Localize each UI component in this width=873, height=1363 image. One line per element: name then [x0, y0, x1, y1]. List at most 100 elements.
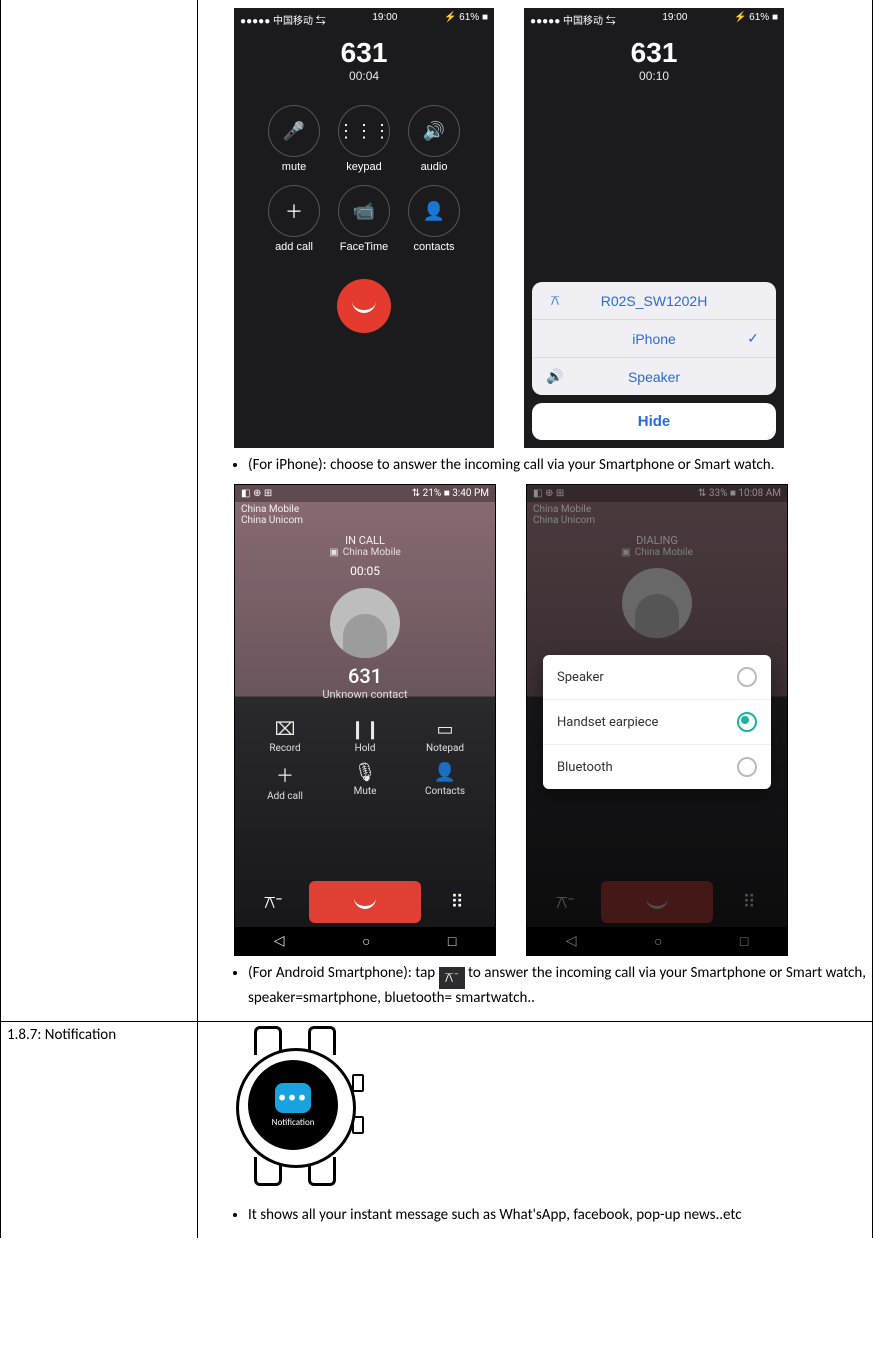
contacts-icon: 👤 [408, 185, 460, 237]
notification-content: ••• Notification It shows all your insta… [198, 1022, 873, 1239]
keypad-button[interactable]: ⋮⋮⋮ keypad [329, 105, 399, 173]
audio-route-button[interactable]: ⚻⁻ [245, 892, 301, 913]
contacts-label: contacts [399, 241, 469, 253]
status-left: ●●●●● 中国移动 ⇆ [240, 12, 326, 27]
end-call-button[interactable] [601, 881, 713, 923]
audio-route-popup: Speaker Handset earpiece Bluetooth [543, 655, 771, 789]
status-right: ⚡ 61% ■ [444, 12, 488, 27]
call-routing-content: ●●●●● 中国移动 ⇆ 19:00 ⚡ 61% ■ 631 00:04 🎤 m… [198, 0, 873, 1022]
hide-sheet-button[interactable]: Hide [532, 403, 776, 440]
status-bar: ●●●●● 中国移动 ⇆ 19:00 ⚡ 61% ■ [524, 8, 784, 27]
notification-description-text: It shows all your instant message such a… [248, 1206, 866, 1224]
section-heading-empty [1, 0, 198, 1022]
nav-home-icon[interactable]: ○ [654, 933, 662, 950]
iphone-screenshot-row: ●●●●● 中国移动 ⇆ 19:00 ⚡ 61% ■ 631 00:04 🎤 m… [234, 8, 866, 448]
keypad-icon: ⋮⋮⋮ [338, 105, 390, 157]
call-number: 631 [234, 37, 494, 69]
radio-selected-icon [737, 712, 757, 732]
contacts-label: Contacts [425, 786, 465, 797]
status-time: 19:00 [372, 12, 397, 27]
status-right: ⇅ 33% ■ 10:08 AM [698, 488, 781, 499]
call-number: 631 [524, 37, 784, 69]
facetime-button[interactable]: 📹 FaceTime [329, 185, 399, 253]
status-right: ⇅ 21% ■ 3:40 PM [412, 488, 489, 499]
notepad-icon: ▭ [405, 719, 485, 740]
audio-route-speaker[interactable]: 🔊 Speaker [532, 358, 776, 395]
call-number: 631 [235, 664, 495, 688]
audio-route-label: Speaker [557, 670, 604, 685]
add-call-button[interactable]: ＋ add call [259, 185, 329, 253]
iphone-instruction-text: (For iPhone): choose to answer the incom… [248, 456, 866, 474]
android-screenshot-in-call: ◧ ⊕ ⊞ ⇅ 21% ■ 3:40 PM China Mobile China… [234, 484, 496, 956]
hold-button[interactable]: ❙❙ Hold [325, 719, 405, 754]
audio-route-iphone[interactable]: iPhone ✓ [532, 320, 776, 358]
add-call-icon: ＋ [245, 762, 325, 788]
mute-label: mute [259, 161, 329, 173]
mute-icon: 🎙 [325, 762, 405, 783]
audio-route-sheet: ⚻ R02S_SW1202H iPhone ✓ 🔊 Speaker [532, 282, 776, 440]
audio-route-label: Bluetooth [557, 760, 613, 775]
notepad-button[interactable]: ▭ Notepad [405, 719, 485, 754]
end-call-button[interactable] [337, 279, 391, 333]
android-screenshot-audio-popup: ◧ ⊕ ⊞ ⇅ 33% ■ 10:08 AM China Mobile Chin… [526, 484, 788, 956]
dialpad-button[interactable]: ⠿ [429, 892, 485, 913]
hold-label: Hold [355, 743, 376, 754]
checkmark-icon: ✓ [744, 330, 762, 347]
dialpad-button[interactable]: ⠿ [721, 892, 777, 913]
call-number-block: 631 00:04 [234, 37, 494, 83]
carrier-label: China Mobile China Unicom [527, 502, 787, 528]
end-call-button[interactable] [309, 881, 421, 923]
audio-route-speaker[interactable]: Speaker [543, 655, 771, 700]
keypad-label: keypad [329, 161, 399, 173]
audio-button[interactable]: 🔊 audio [399, 105, 469, 173]
watch-screen: ••• Notification [248, 1060, 338, 1150]
audio-route-label: Speaker [564, 369, 744, 385]
record-icon: ⌧ [245, 719, 325, 740]
status-bar: ◧ ⊕ ⊞ ⇅ 33% ■ 10:08 AM [527, 485, 787, 502]
notification-bubble-icon: ••• [275, 1083, 311, 1113]
nav-home-icon[interactable]: ○ [362, 933, 370, 950]
nav-recent-icon[interactable]: □ [448, 933, 456, 950]
audio-icon: 🔊 [408, 105, 460, 157]
status-icons-left: ◧ ⊕ ⊞ [533, 488, 564, 499]
add-call-label: Add call [267, 791, 303, 802]
notepad-label: Notepad [426, 743, 464, 754]
bluetooth-icon: ⚻ [546, 292, 564, 309]
audio-route-earpiece[interactable]: Handset earpiece [543, 700, 771, 745]
nav-recent-icon[interactable]: □ [740, 933, 748, 950]
audio-route-bluetooth[interactable]: ⚻ R02S_SW1202H [532, 282, 776, 320]
android-instruction-pre: (For Android Smartphone): tap [248, 964, 439, 982]
status-icons-left: ◧ ⊕ ⊞ [241, 488, 272, 499]
mute-button[interactable]: 🎙 Mute [325, 762, 405, 802]
call-state: DIALING [527, 534, 787, 547]
iphone-screenshot-audio-sheet: ●●●●● 中国移动 ⇆ 19:00 ⚡ 61% ■ 631 00:10 ⚻ R… [524, 8, 784, 448]
call-state-block: DIALING ▣China Mobile [527, 534, 787, 558]
mute-icon: 🎤 [268, 105, 320, 157]
audio-route-label: iPhone [564, 331, 744, 347]
audio-route-button[interactable]: ⚻⁻ [537, 892, 593, 913]
section-heading-notification: 1.8.7: Notification [1, 1022, 198, 1239]
facetime-icon: 📹 [338, 185, 390, 237]
contacts-button[interactable]: 👤 contacts [399, 185, 469, 253]
contact-avatar [622, 568, 692, 638]
audio-route-bluetooth[interactable]: Bluetooth [543, 745, 771, 789]
bluetooth-inline-icon: ⚻⁻ [439, 967, 465, 989]
speaker-icon: 🔊 [546, 368, 564, 385]
record-button[interactable]: ⌧ Record [245, 719, 325, 754]
contacts-button[interactable]: 👤 Contacts [405, 762, 485, 802]
call-duration: 00:10 [524, 69, 784, 83]
facetime-label: FaceTime [329, 241, 399, 253]
android-screenshot-row: ◧ ⊕ ⊞ ⇅ 21% ■ 3:40 PM China Mobile China… [234, 484, 866, 956]
carrier-label: China Mobile China Unicom [235, 502, 495, 528]
nav-back-icon[interactable]: ◁ [274, 933, 285, 949]
add-call-button[interactable]: ＋ Add call [245, 762, 325, 802]
android-instruction-text: (For Android Smartphone): tap ⚻⁻ to answ… [248, 964, 866, 1007]
mute-label: Mute [354, 786, 377, 797]
call-number-block: 631 00:10 [524, 37, 784, 83]
nav-back-icon[interactable]: ◁ [566, 933, 577, 949]
contacts-icon: 👤 [405, 762, 485, 783]
audio-route-label: R02S_SW1202H [564, 293, 744, 309]
add-call-icon: ＋ [268, 185, 320, 237]
mute-button[interactable]: 🎤 mute [259, 105, 329, 173]
android-navbar: ◁ ○ □ [527, 927, 787, 955]
